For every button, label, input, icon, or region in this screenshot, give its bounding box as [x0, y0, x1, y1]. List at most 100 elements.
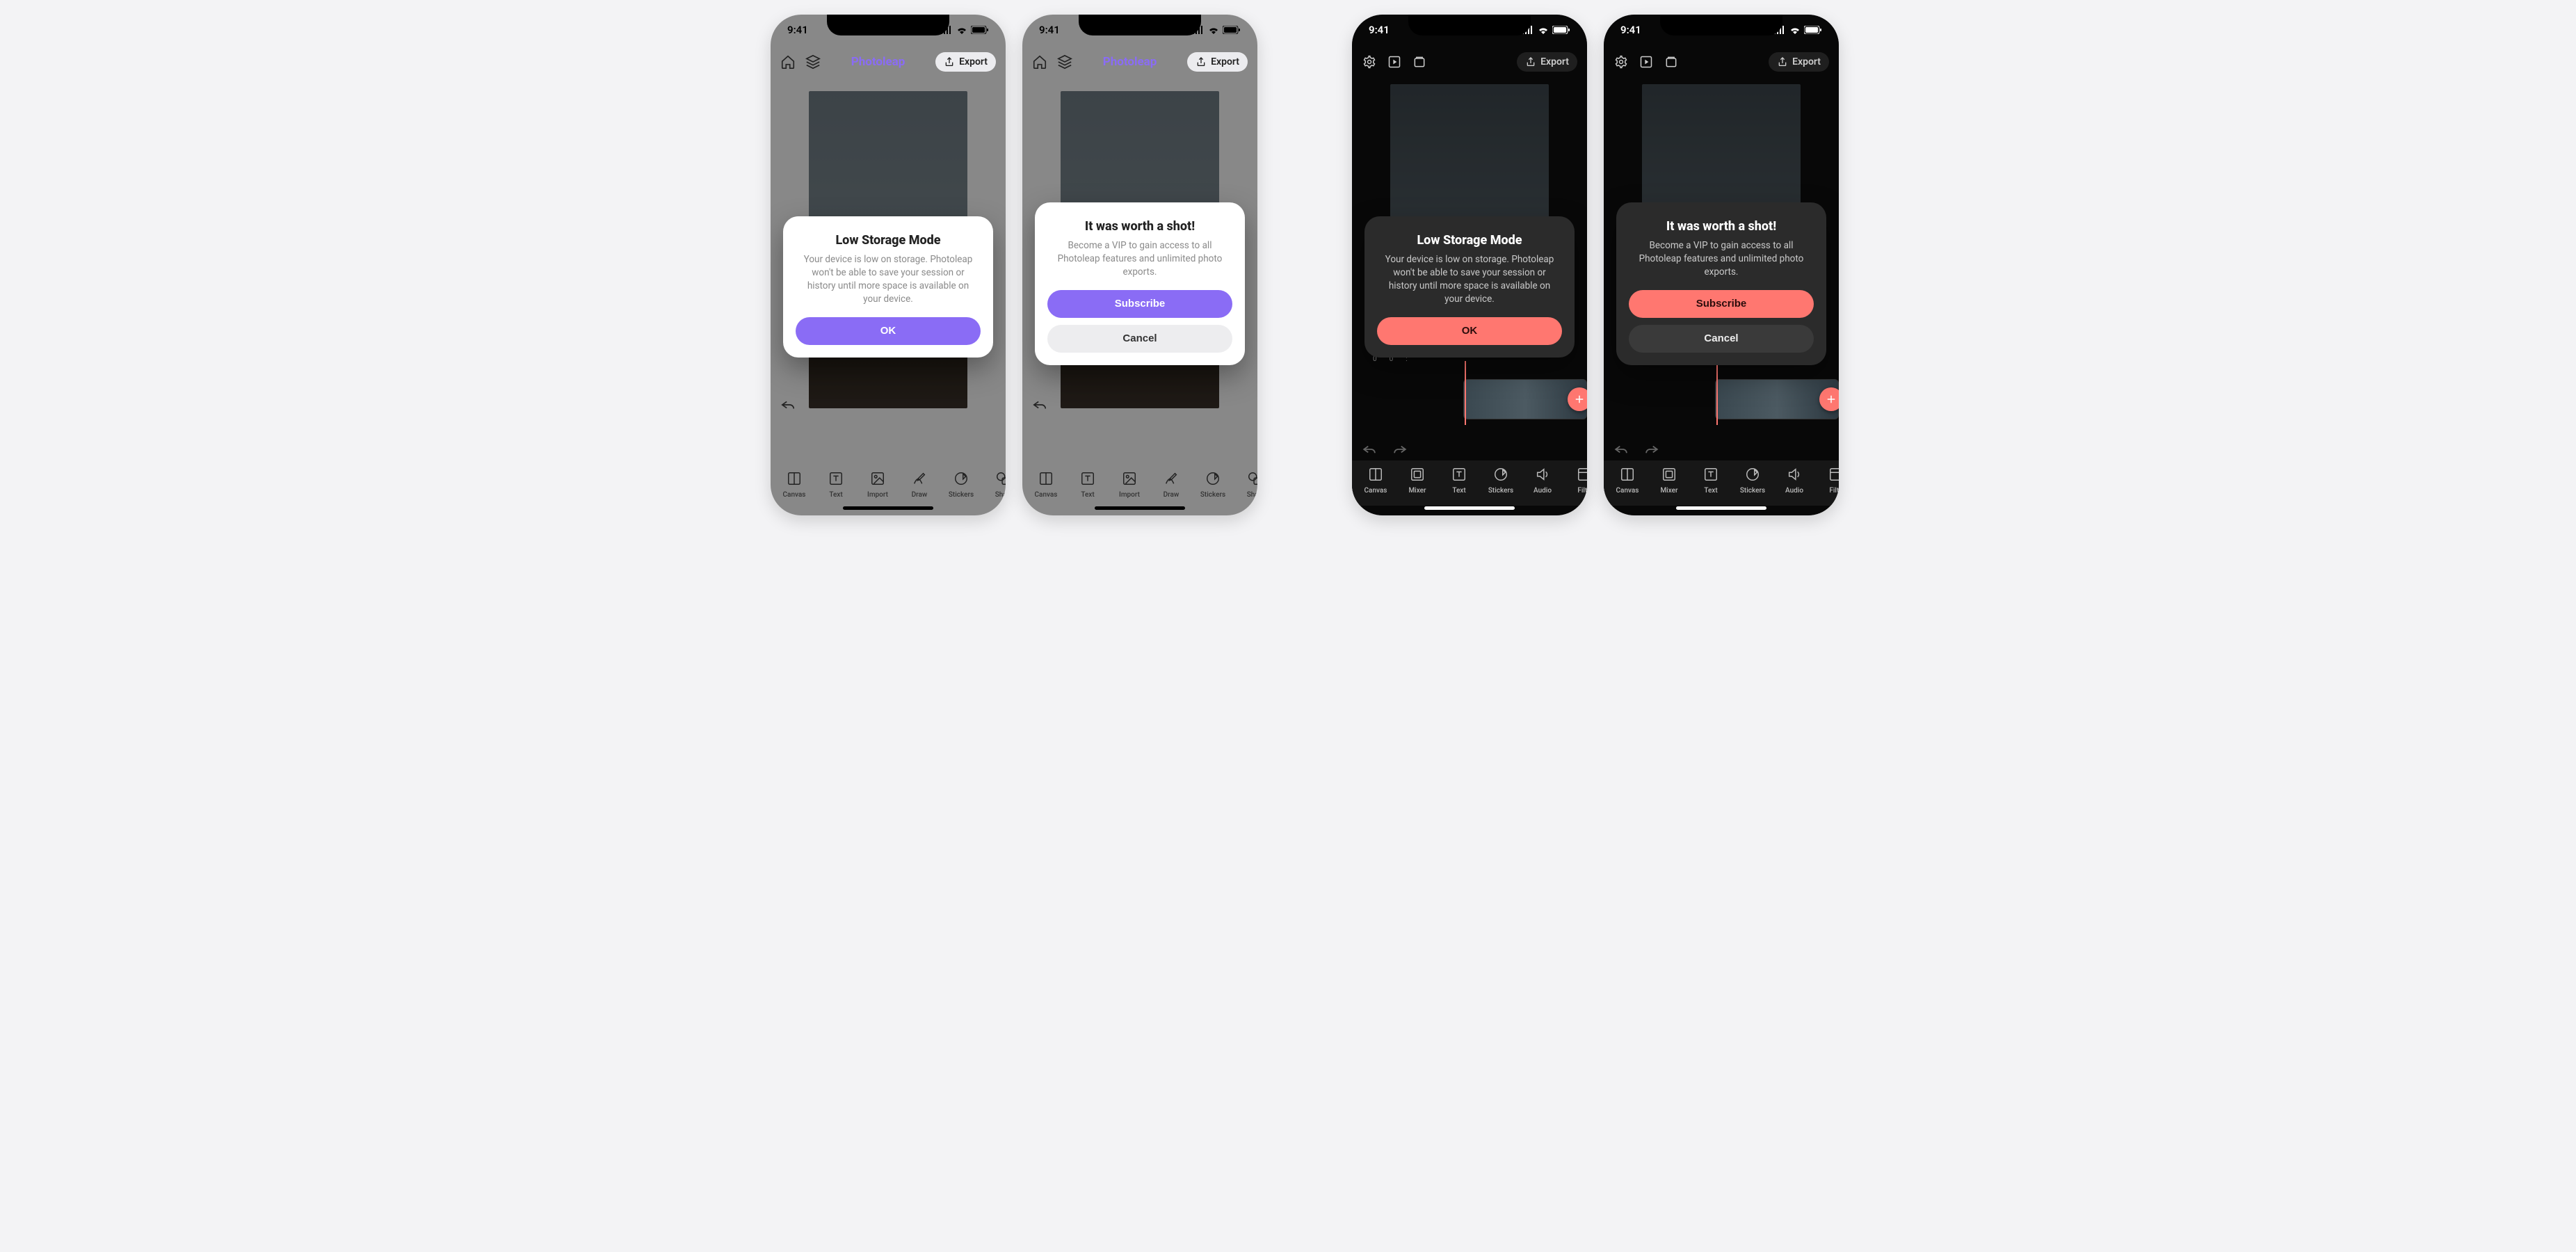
- tool-canvas[interactable]: Canvas: [775, 470, 814, 499]
- stickers-icon: [1205, 470, 1221, 487]
- tool-label: Canvas: [783, 491, 806, 499]
- playhead[interactable]: [1716, 361, 1718, 425]
- alert-ok-button[interactable]: OK: [1377, 317, 1562, 345]
- layers-icon[interactable]: [805, 54, 821, 70]
- settings-icon[interactable]: [1362, 54, 1377, 70]
- brand: Photoleap: [851, 55, 905, 69]
- bottom-toolbar: Canvas TextImportDrawStickersShap: [1022, 470, 1257, 499]
- mixer-icon: [1409, 466, 1426, 483]
- tool-filters[interactable]: Filte: [1817, 466, 1839, 495]
- undo-redo: [1362, 444, 1408, 454]
- status-time: 9:41: [1369, 24, 1390, 36]
- tool-draw[interactable]: Draw: [1152, 470, 1191, 499]
- alert-cancel-button[interactable]: Cancel: [1047, 325, 1232, 353]
- tool-stickers[interactable]: Stickers: [1733, 466, 1772, 495]
- settings-icon[interactable]: [1613, 54, 1629, 70]
- tool-canvas[interactable]: Canvas: [1027, 470, 1065, 499]
- tool-mixer[interactable]: Mixer: [1398, 466, 1437, 495]
- alert-title: It was worth a shot!: [1047, 219, 1232, 234]
- tool-stickers[interactable]: Stickers: [1193, 470, 1232, 499]
- add-clip-button[interactable]: [1819, 387, 1839, 411]
- tool-mixer[interactable]: Mixer: [1650, 466, 1689, 495]
- tool-text[interactable]: Text: [1440, 466, 1479, 495]
- text-icon: [1702, 466, 1719, 483]
- tool-canvas[interactable]: Canvas: [1608, 466, 1647, 495]
- alert-title: Low Storage Mode: [1377, 233, 1562, 248]
- tool-shapes[interactable]: Shap: [983, 470, 1006, 499]
- alert-cancel-button[interactable]: Cancel: [1629, 325, 1814, 353]
- tool-canvas[interactable]: Canvas: [1356, 466, 1395, 495]
- export-button[interactable]: Export: [1187, 52, 1248, 72]
- home-icon[interactable]: [1032, 54, 1047, 70]
- alert-subscribe-button[interactable]: Subscribe: [1629, 290, 1814, 318]
- undo-icon[interactable]: [1613, 444, 1629, 454]
- tool-label: Filte: [1577, 487, 1587, 495]
- tool-audio[interactable]: Audio: [1775, 466, 1814, 495]
- notch: [827, 15, 949, 35]
- text-icon: [1079, 470, 1096, 487]
- play-box-icon[interactable]: [1387, 54, 1402, 70]
- alert-title: It was worth a shot!: [1629, 219, 1814, 234]
- home-indicator: [1095, 506, 1185, 510]
- undo-icon[interactable]: [1032, 397, 1047, 412]
- add-clip-button[interactable]: [1568, 387, 1587, 411]
- tool-audio[interactable]: Audio: [1523, 466, 1562, 495]
- tool-import[interactable]: Import: [1110, 470, 1149, 499]
- export-button[interactable]: Export: [935, 52, 996, 72]
- mixer-icon: [1661, 466, 1677, 483]
- audio-icon: [1786, 466, 1803, 483]
- tool-label: Canvas: [1035, 491, 1058, 499]
- undo-icon[interactable]: [780, 397, 796, 412]
- timeline[interactable]: 00:: [1604, 355, 1839, 425]
- tool-text[interactable]: Text: [816, 470, 855, 499]
- projects-icon[interactable]: [1664, 54, 1679, 70]
- tool-draw[interactable]: Draw: [900, 470, 939, 499]
- draw-icon: [1163, 470, 1180, 487]
- tool-label: Text: [1452, 487, 1465, 495]
- undo-icon[interactable]: [1362, 444, 1377, 454]
- alert-ok-button[interactable]: OK: [796, 317, 981, 345]
- shapes-icon: [1246, 470, 1257, 487]
- mockup-stage: 9:41 Photoleap Export CanvasTextImportDr…: [750, 0, 1826, 530]
- home-icon[interactable]: [780, 54, 796, 70]
- tool-label: Stickers: [1740, 487, 1765, 495]
- phone-dark-2: 9:41 Export 00:: [1604, 15, 1839, 515]
- play-box-icon[interactable]: [1639, 54, 1654, 70]
- battery-icon: [1804, 26, 1822, 34]
- filters-icon: [1828, 466, 1839, 483]
- canvas-icon: [1367, 466, 1384, 483]
- audio-icon: [1534, 466, 1551, 483]
- bottom-toolbar: CanvasMixerText Stickers AudioFilte: [1604, 460, 1839, 506]
- tool-shapes[interactable]: Shap: [1235, 470, 1257, 499]
- alert-subscribe: It was worth a shot! Become a VIP to gai…: [1035, 202, 1245, 365]
- tool-filters[interactable]: Filte: [1565, 466, 1587, 495]
- filters-icon: [1576, 466, 1587, 483]
- status-time: 9:41: [787, 24, 808, 36]
- battery-icon: [1223, 26, 1241, 34]
- notch: [1408, 15, 1531, 35]
- projects-icon[interactable]: [1412, 54, 1427, 70]
- app-header: Photoleap Export: [771, 45, 1006, 79]
- export-button[interactable]: Export: [1517, 52, 1577, 72]
- alert-body: Your device is low on storage. Photoleap…: [1380, 253, 1559, 306]
- tool-stickers[interactable]: Stickers: [942, 470, 981, 499]
- app-header: Export: [1604, 45, 1839, 79]
- export-button[interactable]: Export: [1769, 52, 1829, 72]
- tool-stickers[interactable]: Stickers: [1481, 466, 1520, 495]
- tool-import[interactable]: Import: [858, 470, 897, 499]
- tool-label: Stickers: [1488, 487, 1513, 495]
- share-icon: [1525, 56, 1536, 67]
- layers-icon[interactable]: [1057, 54, 1072, 70]
- timeline[interactable]: 00:: [1352, 355, 1587, 425]
- export-label: Export: [1540, 56, 1569, 67]
- alert-low-storage: Low Storage Mode Your device is low on s…: [1365, 216, 1575, 358]
- tool-text[interactable]: Text: [1068, 470, 1107, 499]
- alert-subscribe-button[interactable]: Subscribe: [1047, 290, 1232, 318]
- notch: [1660, 15, 1782, 35]
- tool-text[interactable]: Text: [1691, 466, 1730, 495]
- redo-icon[interactable]: [1644, 444, 1659, 454]
- redo-icon[interactable]: [1392, 444, 1408, 454]
- playhead[interactable]: [1465, 361, 1466, 425]
- stickers-icon: [953, 470, 969, 487]
- tool-label: Import: [867, 491, 888, 499]
